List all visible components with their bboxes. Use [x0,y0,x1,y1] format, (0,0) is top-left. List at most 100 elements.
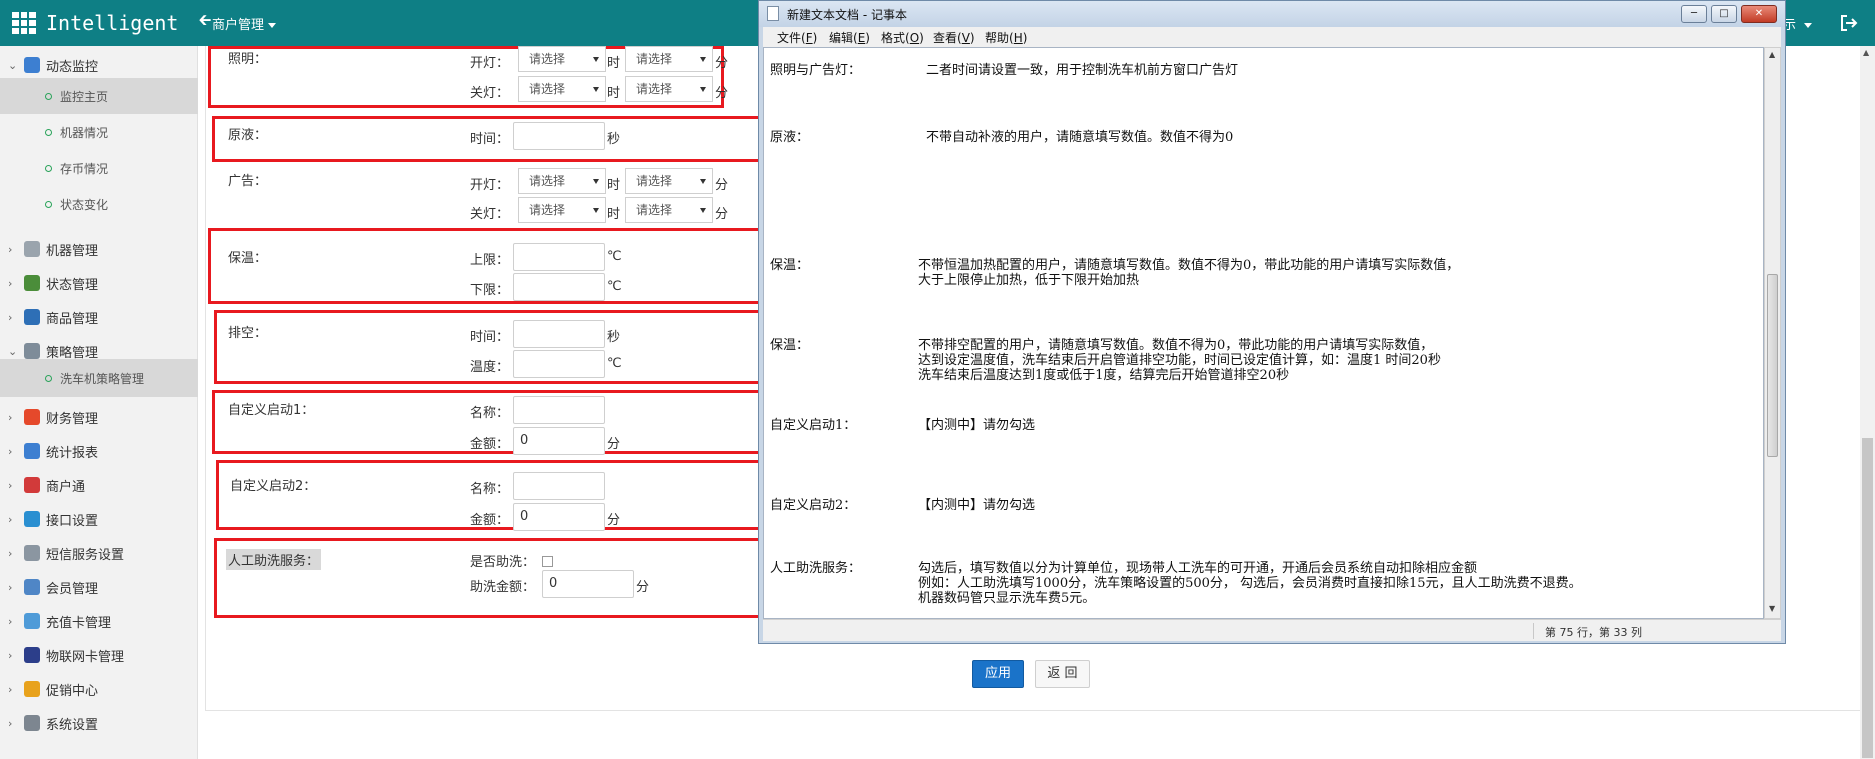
note-lighting-label: 照明与广告灯： [770,63,862,78]
sidebar-sub-item-strategy-0[interactable]: 洗车机策略管理 [0,359,198,397]
notepad-menu-2[interactable]: 格式(O) [881,29,924,46]
manual-assist-checkbox[interactable] [542,556,553,567]
ads-on-minute-select[interactable]: 请选择 [625,168,713,194]
back-button[interactable]: 返 回 [1035,660,1090,688]
sidebar-group-12[interactable]: › 物联网卡管理 [0,640,198,670]
lighting-on-hour-select[interactable]: 请选择 [518,46,606,72]
keepwarm-upper-label: 上限： [470,253,510,268]
sidebar-group-5[interactable]: › 财务管理 [0,402,198,432]
note-custom1-text: 【内测中】请勿勾选 [918,418,1036,433]
unit-minute: 分 [715,178,729,193]
sidebar-group-0[interactable]: ⌄ 动态监控 [0,50,198,80]
chevron-right-icon: › [8,716,13,730]
page-scrollbar[interactable]: ▲ [1860,46,1875,759]
apply-button[interactable]: 应用 [972,660,1024,688]
note-lighting-text: 二者时间请设置一致，用于控制洗车机前方窗口广告灯 [926,63,1239,78]
logout-icon[interactable] [1838,12,1860,34]
custom1-amount-input[interactable]: 0 [513,427,605,455]
custom1-name-input[interactable] [513,396,605,424]
sidebar-group-3[interactable]: › 商品管理 [0,302,198,332]
app-title: Intelligent [46,10,179,35]
keepwarm-lower-input[interactable] [513,273,605,301]
note-custom2-label: 自定义启动2： [770,498,857,513]
manual-assist-question: 是否助洗： [470,555,536,570]
unit-hour: 时 [607,178,621,193]
lighting-on-label: 开灯： [470,56,510,71]
strategy-icon [24,343,40,359]
circle-bullet-icon [45,92,52,100]
scroll-down-icon[interactable]: ▼ [1769,604,1775,613]
note-liquid-text: 不带自动补液的用户，请随意填写数值。数值不得为0 [926,130,1234,145]
notepad-scrollbar-thumb[interactable] [1767,274,1778,457]
iot-icon [24,647,40,663]
sidebar-group-6[interactable]: › 统计报表 [0,436,198,466]
notepad-titlebar[interactable]: 新建文本文档 - 记事本 ─ □ ✕ [759,1,1785,27]
liquid-label: 原液： [228,128,268,143]
lighting-on-minute-select[interactable]: 请选择 [625,46,713,72]
manual-assist-amount-input[interactable]: 0 [542,570,634,598]
page-scrollbar-thumb[interactable] [1862,438,1873,758]
notepad-menu-3[interactable]: 查看(V) [933,29,975,46]
liquid-time-input[interactable] [513,122,605,150]
chevron-right-icon: › [8,410,13,424]
sidebar-sub-label: 监控主页 [60,89,109,104]
notepad-menu-0[interactable]: 文件(F) [777,29,817,46]
sidebar-group-9[interactable]: › 短信服务设置 [0,538,198,568]
custom2-amount-input[interactable]: 0 [513,503,605,531]
notepad-window[interactable]: 新建文本文档 - 记事本 ─ □ ✕ 文件(F) 编辑(E) 格式(O) 查看(V) 帮… [758,0,1786,644]
keepwarm-upper-input[interactable] [513,243,605,271]
drain-time-input[interactable] [513,320,605,348]
sidebar-group-13[interactable]: › 促销中心 [0,674,198,704]
scroll-up-icon[interactable]: ▲ [1863,48,1869,57]
minimize-button[interactable]: ─ [1681,5,1707,23]
chevron-right-icon: › [8,580,13,594]
chevron-right-icon: › [8,478,13,492]
unit-minute: 分 [715,207,729,222]
top-right-menu[interactable]: 示 [1783,14,1813,33]
sidebar-group-8[interactable]: › 接口设置 [0,504,198,534]
notepad-text-area[interactable]: 照明与广告灯： 二者时间请设置一致，用于控制洗车机前方窗口广告灯 原液： 不带自… [763,47,1764,619]
sidebar-sub-item-monitor-0[interactable]: 监控主页 [0,78,198,114]
sidebar-group-label: 状态管理 [46,277,99,293]
chevron-down-icon: ⌄ [8,344,18,358]
lighting-off-minute-select[interactable]: 请选择 [625,76,713,102]
sidebar-group-7[interactable]: › 商户通 [0,470,198,500]
sidebar-sub-item-monitor-1[interactable]: 机器情况 [0,114,198,150]
sidebar-group-11[interactable]: › 充值卡管理 [0,606,198,636]
notepad-scrollbar[interactable]: ▲ ▼ [1764,47,1781,619]
close-button[interactable]: ✕ [1741,5,1777,23]
unit-celsius: ℃ [607,279,622,294]
maximize-button[interactable]: □ [1711,5,1737,23]
sidebar-group-label: 充值卡管理 [46,615,112,631]
scroll-up-icon[interactable]: ▲ [1769,50,1775,59]
sidebar-sub-item-monitor-2[interactable]: 存币情况 [0,150,198,186]
sidebar-group-label: 接口设置 [46,513,99,529]
note-manual-text-2: 例如：人工助洗填写1000分，洗车策略设置的500分， 勾选后，会员消费时直接扣… [918,576,1582,591]
unit-minute: 分 [715,56,729,71]
ads-on-hour-select[interactable]: 请选择 [518,168,606,194]
custom2-name-input[interactable] [513,472,605,500]
drain-temp-input[interactable] [513,350,605,378]
ads-off-minute-select[interactable]: 请选择 [625,197,713,223]
notepad-menu-4[interactable]: 帮助(H) [985,29,1027,46]
arrow-left-icon[interactable]: 🡰 [198,9,211,36]
sidebar-group-14[interactable]: › 系统设置 [0,708,198,738]
custom2-label: 自定义启动2： [230,479,317,494]
sidebar-group-1[interactable]: › 机器管理 [0,234,198,264]
manual-assist-amount-label: 助洗金额： [470,580,536,595]
sidebar-group-label: 系统设置 [46,717,99,733]
custom1-amount-label: 金额： [470,437,510,452]
drain-temp-label: 温度： [470,360,510,375]
sidebar-group-2[interactable]: › 状态管理 [0,268,198,298]
member-icon [24,579,40,595]
sidebar-group-10[interactable]: › 会员管理 [0,572,198,602]
note-drain-text-2: 达到设定温度值，洗车结束后开启管道排空功能，时间已设定值计算，如：温度1 时间2… [918,353,1441,368]
sidebar-sub-item-monitor-3[interactable]: 状态变化 [0,186,198,222]
note-liquid-label: 原液： [770,130,810,145]
ads-off-hour-select[interactable]: 请选择 [518,197,606,223]
grid-logo-icon [12,11,36,34]
lighting-off-hour-select[interactable]: 请选择 [518,76,606,102]
notepad-menu-1[interactable]: 编辑(E) [829,29,870,46]
merchant-management-menu[interactable]: 商户管理 [212,14,277,33]
ads-off-label: 关灯： [470,207,510,222]
